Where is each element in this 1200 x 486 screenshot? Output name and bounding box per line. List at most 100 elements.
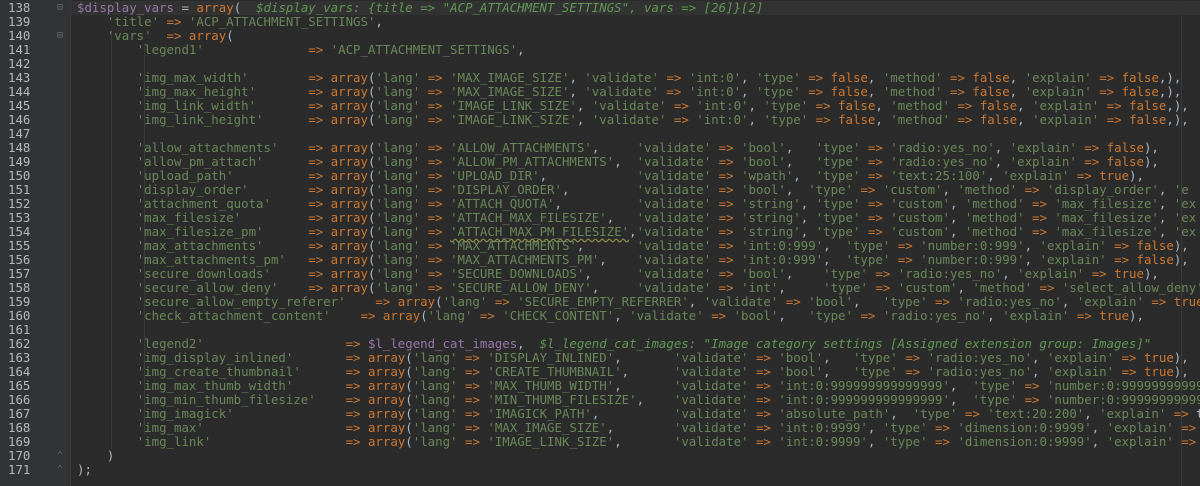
code-line[interactable]: 'secure_allow_empty_referer' => array('l… [77,295,1200,309]
code-token: => [718,280,734,295]
code-editor[interactable]: 138 ⊟ 139 140 ⊟ 141 142 143 144 145 146 147 148 149 15… [0,0,1200,486]
code-line[interactable]: 'img_max_thumb_width' => array('lang' =>… [77,379,1200,393]
code-line[interactable]: 'img_min_thumb_filesize' => array('lang'… [77,393,1200,407]
fold-end-icon[interactable]: ⌃ [56,449,64,463]
code-line[interactable]: 'img_max_width' => array('lang' => 'MAX_… [77,70,1182,85]
code-token: 'type' [815,224,861,239]
code-line[interactable]: $display_vars = array( $display_vars: {t… [77,1,763,15]
code-token: 'string' [741,224,801,239]
code-line[interactable]: 'allow_attachments' => array('lang' => '… [77,141,1159,155]
code-token: 'lang' [412,364,458,379]
code-token: 'lang' [375,84,421,99]
code-line[interactable]: 'img_display_inlined' => array('lang' =>… [77,351,1189,365]
code-line[interactable]: 'img_link' => array('lang' => 'IMAGE_LIN… [77,435,1200,449]
code-line[interactable]: 'max_filesize_pm' => array('lang' => 'AT… [77,224,1197,239]
line-number: 146 [8,112,31,127]
code-line[interactable]: ); [77,463,92,477]
code-token: array [367,378,406,393]
code-token: false [838,112,876,127]
code-token: => [308,140,324,155]
code-line[interactable]: 'upload_path' => array('lang' => 'UPLOAD… [77,169,1144,183]
code-line[interactable]: 'img_imagick' => array('lang' => 'IMAGIC… [77,407,1200,421]
code-token: => [375,294,391,309]
code-token: 'lang' [375,224,421,239]
code-token: true [1143,350,1174,365]
code-token: => [755,378,771,393]
code-token: array [330,252,368,267]
code-token: , [852,294,883,309]
code-token: 'max_filesize' [136,210,242,225]
line-number: 147 [8,126,31,141]
code-token: 'type' [763,112,809,127]
code-token: array [367,364,406,379]
code-token: 'IMAGE_LINK_SIZE' [450,112,577,127]
code-token: 'type' [755,70,801,85]
line-number: 166 [8,392,31,407]
code-token: , [875,112,891,127]
fold-collapse-icon[interactable]: ⊟ [56,29,64,43]
code-line[interactable]: 'title' => 'ACP_ATTACHMENT_SETTINGS', [77,15,383,29]
code-token: $display_vars [77,0,174,15]
code-token: , [748,112,764,127]
code-token: , [942,182,958,197]
code-line[interactable]: 'legend2' => $l_legend_cat_images, $l_le… [77,337,1152,351]
code-token: false [979,112,1018,127]
code-area[interactable]: $display_vars = array( $display_vars: {t… [71,0,1200,486]
code-line[interactable]: 'img_create_thumbnail' => array('lang' =… [77,365,1189,379]
code-line[interactable]: 'check_attachment_content' => array('lan… [77,309,1144,323]
code-line[interactable]: 'attachment_quota' => array('lang' => 'A… [77,196,1197,211]
fold-end-icon[interactable]: ⌃ [56,463,64,477]
code-line[interactable]: 'display_order' => array('lang' => 'DISP… [77,183,1189,197]
code-line[interactable]: 'img_max_height' => array('lang' => 'MAX… [77,84,1182,99]
code-line[interactable]: 'max_attachments_pm' => array('lang' => … [77,253,1189,267]
code-token: ( [405,350,413,365]
code-token: 'validate' [636,252,712,267]
code-token: array [330,112,368,127]
code-line[interactable]: 'img_max' => array('lang' => 'MAX_IMAGE_… [77,421,1200,435]
code-token: 'validate' [636,182,712,197]
code-line[interactable]: 'max_attachments' => array('lang' => 'MA… [77,239,1189,253]
code-token: array [382,308,421,323]
code-line[interactable]: 'secure_allow_deny' => array('lang' => '… [77,281,1200,295]
code-token: , [800,210,816,225]
code-line[interactable]: 'secure_downloads' => array('lang' => 'S… [77,267,1159,281]
code-token: , [1009,70,1025,85]
code-token: 'int:0:999' [741,252,824,267]
code-line[interactable]: 'max_filesize' => array('lang' => 'ATTAC… [77,211,1196,225]
code-token: 'type' [815,196,861,211]
code-token: ( [405,420,413,435]
code-token: 'dimension:0:9999' [957,420,1092,435]
code-line[interactable]: ) [77,449,114,463]
line-number-gutter: 138 ⊟ 139 140 ⊟ 141 142 143 144 145 146 147 148 149 15… [0,0,71,486]
code-token: , [375,14,383,29]
code-line[interactable]: 'allow_pm_attach' => array('lang' => 'AL… [77,155,1159,169]
fold-collapse-icon[interactable]: ⊟ [56,1,64,15]
code-token: 'validate' [591,98,667,113]
code-token: 'lang' [375,266,421,281]
code-line[interactable]: 'img_link_width' => array('lang' => 'IMA… [77,99,1189,113]
code-token: => [860,182,876,197]
code-line[interactable]: 'legend1' => 'ACP_ATTACHMENT_SETTINGS', [77,43,525,57]
code-line[interactable]: 'img_link_height' => array('lang' => 'IM… [77,113,1189,127]
code-token: 'MAX_ATTACHMENTS' [450,238,577,253]
code-line[interactable]: 'vars' => array( [77,29,234,43]
code-token: false [972,70,1010,85]
code-token: , [629,224,637,239]
code-token: , [1032,350,1047,365]
code-token: 'explain' [1046,350,1115,365]
code-token: 'radio:yes_no' [957,294,1062,309]
